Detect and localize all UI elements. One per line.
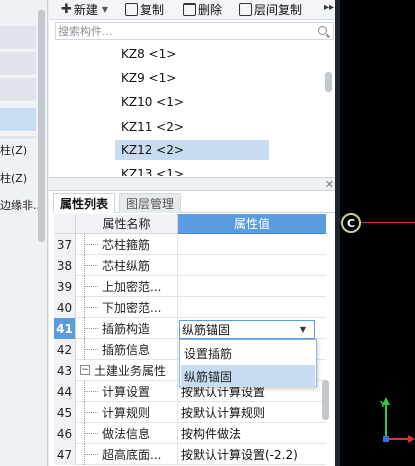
left-panel-label[interactable]: 柱(Z) [0,142,40,158]
new-button[interactable]: ✚ 新建 ▼ [61,1,108,18]
property-scrollbar[interactable] [322,380,329,420]
layer-copy-button-label: 层间复制 [254,3,303,17]
property-name: 做法信息 [76,423,178,444]
row-number: 40 [54,297,76,318]
tree-item[interactable]: KZ11 <2> [117,117,188,137]
chevron-down-icon[interactable]: ▼ [102,5,108,14]
property-name: 超高底面... [76,444,178,465]
search-input[interactable] [58,24,313,38]
panel-splitter[interactable]: ✕ [49,177,340,191]
tree-scrollbar[interactable] [325,72,332,92]
row-number: 44 [54,381,76,402]
tree-item[interactable]: KZ9 <1> [117,68,180,88]
row-number: 39 [54,276,76,297]
new-button-label: 新建 [73,3,98,17]
property-value[interactable] [178,255,326,276]
left-panel-scrollbar[interactable] [38,10,45,242]
tree-item[interactable]: KZ8 <1> [117,44,180,64]
row-number: 42 [54,339,76,360]
left-panel-label[interactable]: 柱(Z) [0,170,40,186]
collapse-icon[interactable]: − [80,365,90,375]
header-name: 属性名称 [76,214,178,234]
property-table: 属性名称 属性值 37 芯柱箍筋 38 芯柱纵筋 39 上加密范... 40 下… [54,214,326,466]
row-number: 45 [54,402,76,423]
component-tree: KZ8 <1> KZ9 <1> KZ10 <1> KZ11 <2> KZ12 <… [49,42,340,176]
left-panel-item[interactable] [0,26,36,50]
more-icon[interactable]: ▸▸ [324,2,334,13]
search-box[interactable] [55,22,334,40]
copy-icon [125,3,138,16]
property-name: 计算规则 [76,402,178,423]
search-icon[interactable] [318,26,327,35]
drawing-viewport[interactable]: C Y [340,0,415,466]
combobox-dropdown: 设置插筋 纵筋锚固 [179,339,317,387]
property-table-header: 属性名称 属性值 [54,214,326,234]
left-panel-item-selected[interactable] [0,108,36,132]
property-row[interactable]: 40 下加密范... [54,297,326,318]
property-name: 下加密范... [76,297,178,318]
property-row[interactable]: 38 芯柱纵筋 [54,255,326,276]
left-panel-label[interactable]: 边缘非... [0,197,44,213]
coordinate-axes-icon: Y [379,397,415,443]
new-icon: ✚ [61,2,72,17]
axis-marker[interactable]: C [341,213,361,233]
left-panel-item[interactable] [0,52,36,76]
property-name: 计算设置 [76,381,178,402]
axis-marker-label: C [346,216,356,230]
property-name: 芯柱箍筋 [76,234,178,255]
property-value[interactable] [178,234,326,255]
property-row[interactable]: 47 超高底面... 按默认计算设置(-2.2) [54,444,326,465]
component-panel: ✚ 新建 ▼ 复制 删除 层间复制 ▸▸ KZ8 <1> KZ9 <1> KZ1… [49,0,340,466]
property-tabs: 属性列表 图层管理 [53,192,339,213]
property-name: 插筋信息 [76,339,178,360]
property-value[interactable]: 按构件做法 [178,423,326,444]
copy-button[interactable]: 复制 [125,1,164,18]
tab-layers[interactable]: 图层管理 [119,193,182,213]
dropdown-option[interactable]: 设置插筋 [181,342,315,364]
layer-copy-button[interactable]: 层间复制 [239,1,302,18]
row-number: 41 [54,318,76,339]
row-number: 37 [54,234,76,255]
close-icon[interactable]: ✕ [325,178,334,191]
tree-item[interactable]: KZ10 <1> [117,92,188,112]
property-value[interactable]: 按默认计算规则 [178,402,326,423]
chevron-down-icon[interactable]: ▼ [300,325,306,334]
property-name: 上加密范... [76,276,178,297]
property-name: 芯柱纵筋 [76,255,178,276]
copy-button-label: 复制 [140,3,165,17]
dropdown-option-highlighted[interactable]: 纵筋锚固 [181,365,315,387]
rebar-construction-combobox[interactable]: 纵筋锚固 ▼ [179,320,315,339]
svg-text:Y: Y [379,400,386,409]
property-row[interactable]: 45 计算规则 按默认计算规则 [54,402,326,423]
property-group-name: − 土建业务属性 [76,360,178,381]
property-name: 插筋构造 [76,318,178,339]
property-value[interactable] [178,297,326,318]
row-number: 47 [54,444,76,465]
property-value[interactable]: 按默认计算设置(-2.2) [178,444,326,465]
trash-icon [183,3,196,16]
row-number: 46 [54,423,76,444]
toolbar: ✚ 新建 ▼ 复制 删除 层间复制 ▸▸ [49,0,340,20]
property-row[interactable]: 46 做法信息 按构件做法 [54,423,326,444]
property-row[interactable]: 37 芯柱箍筋 [54,234,326,255]
header-number [54,214,76,234]
combobox-value: 纵筋锚固 [182,323,231,337]
property-row[interactable]: 39 上加密范... [54,276,326,297]
delete-button[interactable]: 删除 [183,1,222,18]
delete-button-label: 删除 [198,3,223,17]
left-panel-divider [0,136,36,140]
row-number: 43 [54,360,76,381]
property-value[interactable] [178,276,326,297]
tree-item-selected[interactable]: KZ12 <2> [115,140,269,160]
layer-copy-icon [239,3,252,16]
left-panel-item[interactable] [0,78,36,102]
tree-item[interactable]: KZ13 <1> [117,164,188,176]
left-panel: 柱(Z) 柱(Z) 边缘非... [0,0,48,466]
header-value: 属性值 [178,214,326,234]
tab-properties[interactable]: 属性列表 [53,193,116,213]
row-number: 38 [54,255,76,276]
